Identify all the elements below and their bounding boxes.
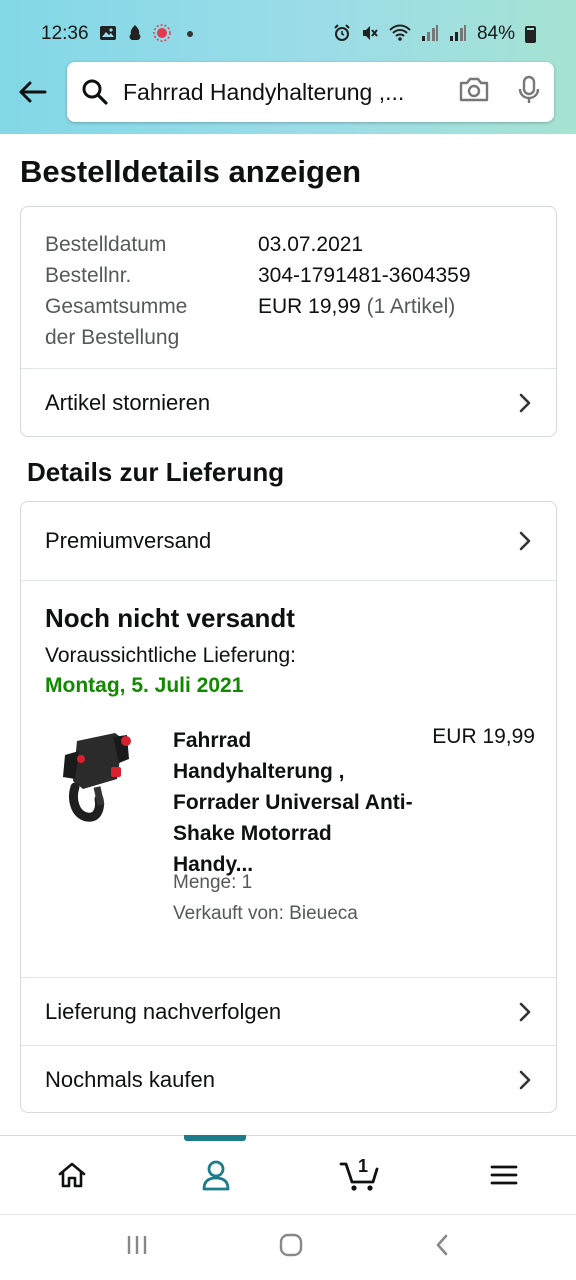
nav-home[interactable] (32, 1136, 112, 1215)
chevron-right-icon (519, 393, 531, 413)
app-header: 12:36 84% Fahrrad Handyhalterung ,... (0, 0, 576, 134)
order-total-label-line2: der Bestellung (45, 326, 180, 349)
account-icon (202, 1160, 230, 1191)
battery-icon (525, 25, 536, 43)
nav-menu[interactable] (464, 1136, 544, 1215)
gallery-icon (99, 25, 117, 44)
chevron-right-icon (519, 1070, 531, 1089)
signal-icon (449, 24, 467, 45)
nav-account[interactable] (176, 1136, 256, 1215)
home-button-icon[interactable] (278, 1232, 304, 1263)
back-arrow-icon (19, 81, 47, 103)
notification-dot-icon (186, 31, 193, 37)
status-time: 12:36 (41, 23, 89, 44)
product-title[interactable]: Fahrrad Handyhalterung , Forrader Univer… (173, 725, 413, 880)
shipment-status: Noch nicht versandt (45, 603, 295, 633)
order-number-label: Bestellnr. (45, 264, 132, 287)
order-date-label: Bestelldatum (45, 233, 167, 256)
signal-icon (421, 24, 439, 45)
nav-cart[interactable]: 1 (320, 1136, 400, 1215)
product-price: EUR 19,99 (432, 725, 535, 748)
wifi-icon (389, 24, 411, 45)
mute-icon (361, 24, 379, 45)
order-date-value: 03.07.2021 (258, 233, 364, 256)
order-total-label: Gesamtsumme (45, 295, 188, 318)
track-delivery-row[interactable]: Lieferung nachverfolgen (21, 977, 556, 1045)
delivery-section-title: Details zur Lieferung (27, 457, 285, 487)
chevron-right-icon (519, 1002, 531, 1021)
system-back-icon[interactable] (433, 1233, 451, 1262)
app-icon (127, 24, 143, 45)
buy-again-label: Nochmals kaufen (45, 1066, 215, 1092)
product-quantity: Menge: 1 (173, 872, 253, 893)
cancel-items-row[interactable]: Artikel stornieren (21, 368, 556, 436)
order-total-value: EUR 19,99 (258, 295, 361, 318)
alarm-icon (333, 23, 351, 45)
product-image[interactable] (57, 729, 141, 823)
order-item: Fahrrad Handyhalterung , Forrader Univer… (45, 725, 535, 955)
expected-delivery-date: Montag, 5. Juli 2021 (45, 674, 244, 697)
menu-icon (490, 1165, 518, 1185)
microphone-icon[interactable] (518, 75, 540, 110)
shipping-method-row[interactable]: Premiumversand (21, 502, 556, 581)
bottom-navigation: 1 (0, 1135, 576, 1214)
cancel-items-label: Artikel stornieren (45, 390, 211, 415)
order-summary-card: Bestelldatum 03.07.2021 Bestellnr. 304-1… (20, 206, 557, 437)
battery-percent: 84% (476, 23, 515, 44)
shipment-block: Noch nicht versandt Voraussichtliche Lie… (21, 581, 556, 977)
page-title: Bestelldetails anzeigen (20, 154, 362, 189)
expected-delivery-label: Voraussichtliche Lieferung: (45, 644, 296, 667)
chevron-right-icon (519, 531, 531, 551)
back-button[interactable] (14, 74, 50, 110)
cart-count: 1 (358, 1155, 369, 1176)
system-navigation-bar (0, 1214, 576, 1280)
search-input[interactable]: Fahrrad Handyhalterung ,... (67, 62, 554, 122)
search-icon (82, 79, 108, 105)
order-item-count: (1 Artikel) (366, 295, 456, 318)
product-seller: Verkauft von: Bieueca (173, 903, 358, 924)
recording-icon (152, 23, 171, 45)
search-query[interactable]: Fahrrad Handyhalterung ,... (123, 79, 446, 106)
recent-apps-icon[interactable] (125, 1234, 149, 1261)
track-delivery-label: Lieferung nachverfolgen (45, 998, 282, 1024)
home-icon (58, 1162, 86, 1188)
shipping-method-label: Premiumversand (45, 528, 212, 553)
buy-again-row[interactable]: Nochmals kaufen (21, 1045, 556, 1112)
order-number-value: 304-1791481-3604359 (258, 264, 471, 287)
delivery-card: Premiumversand Noch nicht versandt Vorau… (20, 501, 557, 1113)
status-bar: 12:36 84% (0, 16, 576, 52)
camera-icon[interactable] (458, 77, 490, 108)
